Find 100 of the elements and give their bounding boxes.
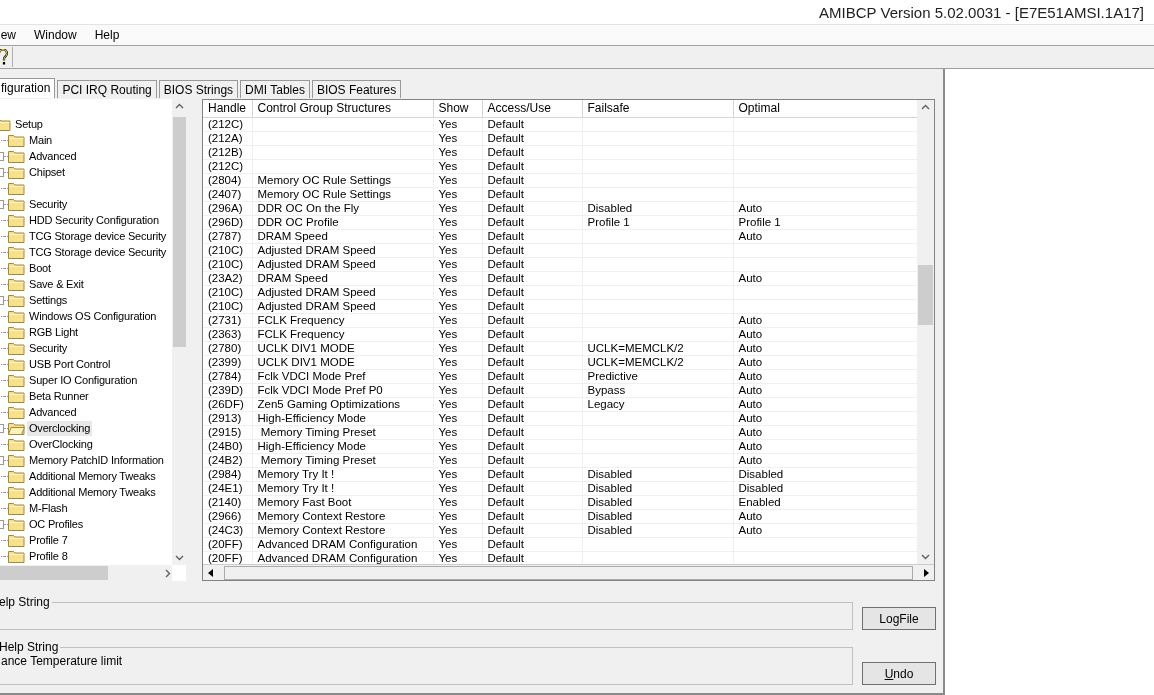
help-text: ance Temperature limit [1, 654, 124, 668]
tree-item[interactable]: Additional Memory Tweaks [27, 468, 158, 484]
table-cell: Default [482, 509, 582, 523]
undo-button[interactable]: Undo [862, 662, 936, 685]
table-cell: Adjusted DRAM Speed [252, 243, 433, 257]
scrollbar[interactable] [203, 564, 934, 580]
tree-item[interactable]: Setup [13, 116, 45, 132]
tree-item[interactable]: Advanced [27, 404, 79, 420]
right-chevron-icon[interactable] [163, 568, 172, 578]
table-cell: Default [482, 243, 582, 257]
table-cell: Auto [733, 425, 917, 439]
table-cell: (2787) [203, 229, 252, 243]
tab[interactable]: DMI Tables [240, 80, 310, 98]
tree-item[interactable]: OC Profiles [27, 516, 86, 532]
table-cell: Yes [433, 383, 482, 397]
table-cell: Auto [733, 327, 917, 341]
tab[interactable]: PCI IRQ Routing [57, 80, 157, 98]
column-header[interactable]: Failsafe [582, 100, 733, 117]
table-cell: (24E1) [203, 481, 252, 495]
table-cell: (296A) [203, 201, 252, 215]
column-header[interactable]: Access/Use [482, 100, 582, 117]
column-header[interactable]: Show [433, 100, 482, 117]
column-header[interactable]: Control Group Structures [252, 100, 433, 117]
table-cell: Yes [433, 369, 482, 383]
table-cell: Disabled [582, 509, 733, 523]
tree-item[interactable]: USB Port Control [27, 356, 113, 372]
column-header[interactable]: Optimal [733, 100, 917, 117]
table-cell: Default [482, 369, 582, 383]
tree-item[interactable]: Settings [27, 292, 70, 308]
table-cell: (210C) [203, 299, 252, 313]
tree-item[interactable]: Boot [27, 260, 53, 276]
table-cell: Default [482, 257, 582, 271]
scrollbar[interactable] [917, 100, 934, 564]
table-cell: Default [482, 285, 582, 299]
tree-item[interactable]: M-Flash [27, 500, 70, 516]
scroll-thumb[interactable] [918, 265, 933, 325]
tree-item[interactable]: HDD Security Configuration [27, 212, 161, 228]
tree-item[interactable]: Chipset [27, 164, 67, 180]
left-arrow-icon[interactable] [207, 568, 214, 577]
tree-item[interactable]: Windows OS Configuration [27, 308, 159, 324]
table-cell: Disabled [582, 467, 733, 481]
scroll-thumb[interactable] [0, 566, 108, 580]
table-cell: (296D) [203, 215, 252, 229]
table-cell: Yes [433, 243, 482, 257]
table-cell: (210C) [203, 285, 252, 299]
menu-item[interactable]: Window [32, 28, 79, 42]
table-cell: (2913) [203, 411, 252, 425]
tree-item[interactable]: TCG Storage device Security [27, 244, 169, 260]
tree-item[interactable]: Memory PatchID Information [27, 452, 166, 468]
table-cell: Yes [433, 341, 482, 355]
table-cell: Default [482, 313, 582, 327]
table-cell: Yes [433, 257, 482, 271]
scrollbar[interactable] [172, 99, 186, 565]
menu-item[interactable]: Help [92, 28, 122, 42]
up-chevron-icon[interactable] [174, 102, 184, 111]
scrollbar[interactable] [0, 565, 172, 581]
down-chevron-icon[interactable] [174, 553, 184, 562]
tree-item[interactable]: Additional Memory Tweaks [27, 484, 158, 500]
column-header[interactable]: Handle [203, 100, 252, 117]
right-arrow-icon[interactable] [923, 568, 930, 577]
table-cell: Auto [733, 439, 917, 453]
logfile-button[interactable]: LogFile [862, 607, 936, 630]
table-cell: Advanced DRAM Configuration [252, 537, 433, 551]
table-cell: Auto [733, 523, 917, 537]
tree-item[interactable]: Security [27, 340, 70, 356]
table-cell: (26DF) [203, 397, 252, 411]
tab[interactable]: figuration [0, 78, 56, 98]
tree-item[interactable]: RGB Light [27, 324, 80, 340]
tree-item[interactable]: Profile 8 [27, 548, 70, 564]
tree-item[interactable]: Save & Exit [27, 276, 86, 292]
tree-item[interactable]: Main [27, 132, 55, 148]
table-cell: Memory Context Restore [252, 509, 433, 523]
window-title: AMIBCP Version 5.02.0031 - [E7E51AMSI.1A17] [819, 3, 1144, 21]
tree-item[interactable]: OverClocking [27, 436, 95, 452]
tree-item[interactable]: Profile 7 [27, 532, 70, 548]
scroll-thumb[interactable] [172, 117, 186, 347]
down-chevron-icon[interactable] [921, 552, 930, 561]
table-cell: Default [482, 131, 582, 145]
tree-item[interactable]: Beta Runner [27, 388, 91, 404]
tree-item[interactable]: Security [27, 196, 70, 212]
table-cell: (24C3) [203, 523, 252, 537]
table-cell: Default [482, 145, 582, 159]
table-cell: Default [482, 173, 582, 187]
table-cell: Yes [433, 355, 482, 369]
table-cell: Default [482, 411, 582, 425]
table-cell: UCLK=MEMCLK/2 [582, 341, 733, 355]
help-icon[interactable] [0, 49, 8, 65]
tree-item[interactable]: Advanced [27, 148, 79, 164]
tree-item[interactable]: Super IO Configuration [27, 372, 140, 388]
tree-item[interactable]: Overclocking [27, 420, 93, 436]
table-cell: (2731) [203, 313, 252, 327]
up-chevron-icon[interactable] [921, 103, 930, 112]
table-cell: Yes [433, 145, 482, 159]
tab[interactable]: BIOS Strings [158, 80, 239, 98]
table-cell: Default [482, 201, 582, 215]
table-cell: Auto [733, 355, 917, 369]
table-cell: Disabled [733, 467, 917, 481]
table-cell: Yes [433, 481, 482, 495]
tab[interactable]: BIOS Features [311, 80, 402, 98]
tree-item[interactable]: TCG Storage device Security [27, 228, 169, 244]
